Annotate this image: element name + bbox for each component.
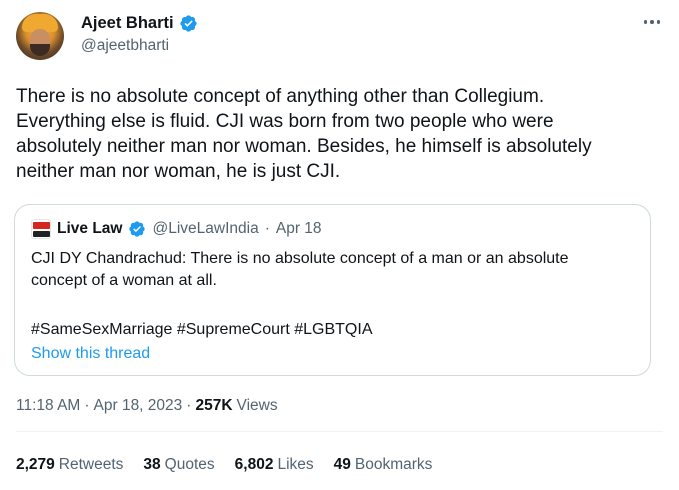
likes-stat[interactable]: 6,802 Likes <box>235 456 314 474</box>
verified-badge-icon <box>179 15 197 32</box>
retweets-count: 2,279 <box>16 456 55 473</box>
quoted-separator: · <box>264 220 270 237</box>
tweet-header: Ajeet Bharti @ajeetbharti <box>16 10 663 66</box>
bookmarks-count: 49 <box>333 456 351 473</box>
livelaw-logo-icon[interactable] <box>31 219 51 239</box>
engagement-stats: 2,279 Retweets 38 Quotes 6,802 Likes 49 … <box>16 456 432 474</box>
quoted-handle[interactable]: @LiveLawIndia <box>152 220 258 238</box>
bookmarks-label: Bookmarks <box>354 456 433 473</box>
quoted-tweet-header: Live Law @LiveLawIndia · Apr 18 <box>31 219 322 239</box>
logo-top-bar <box>33 222 50 229</box>
tweet-text: There is no absolute concept of anything… <box>16 86 592 182</box>
likes-label: Likes <box>277 456 314 473</box>
author-display-name[interactable]: Ajeet Bharti <box>81 14 174 33</box>
divider <box>16 431 663 432</box>
quoted-date[interactable]: Apr 18 <box>276 220 322 238</box>
quoted-hashtags: #SameSexMarriage #SupremeCourt #LGBTQIA <box>31 321 373 338</box>
tweet-date[interactable]: Apr 18, 2023 <box>94 397 183 415</box>
bookmarks-stat[interactable]: 49 Bookmarks <box>334 456 433 474</box>
quoted-text: CJI DY Chandrachud: There is no absolute… <box>31 250 569 289</box>
views-count: 257K <box>195 397 233 414</box>
views-label: Views <box>236 397 278 414</box>
retweets-label: Retweets <box>58 456 124 473</box>
logo-bottom-bar <box>33 231 50 237</box>
avatar-beard <box>30 44 50 56</box>
tweet-meta: 11:18 AM · Apr 18, 2023 · 257K Views <box>16 397 278 415</box>
more-dot <box>656 20 661 24</box>
quotes-count: 38 <box>143 456 161 473</box>
author-avatar[interactable] <box>16 12 64 60</box>
retweets-stat[interactable]: 2,279 Retweets <box>16 456 123 474</box>
more-dot <box>650 20 654 24</box>
meta-separator: · <box>186 397 192 414</box>
quotes-stat[interactable]: 38 Quotes <box>143 456 214 474</box>
tweet-time[interactable]: 11:18 AM <box>16 397 80 415</box>
quoted-verified-badge-icon <box>129 221 146 237</box>
quoted-display-name[interactable]: Live Law <box>57 220 122 238</box>
meta-separator: · <box>84 397 90 414</box>
likes-count: 6,802 <box>234 456 274 473</box>
show-thread-link[interactable]: Show this thread <box>31 343 150 365</box>
more-options-icon[interactable] <box>641 14 663 30</box>
quotes-label: Quotes <box>164 456 215 473</box>
author-handle[interactable]: @ajeetbharti <box>81 37 169 55</box>
author-name-line: Ajeet Bharti <box>81 14 198 33</box>
more-dot <box>643 20 648 24</box>
quoted-tweet[interactable]: Live Law @LiveLawIndia · Apr 18 CJI DY C… <box>14 204 651 376</box>
